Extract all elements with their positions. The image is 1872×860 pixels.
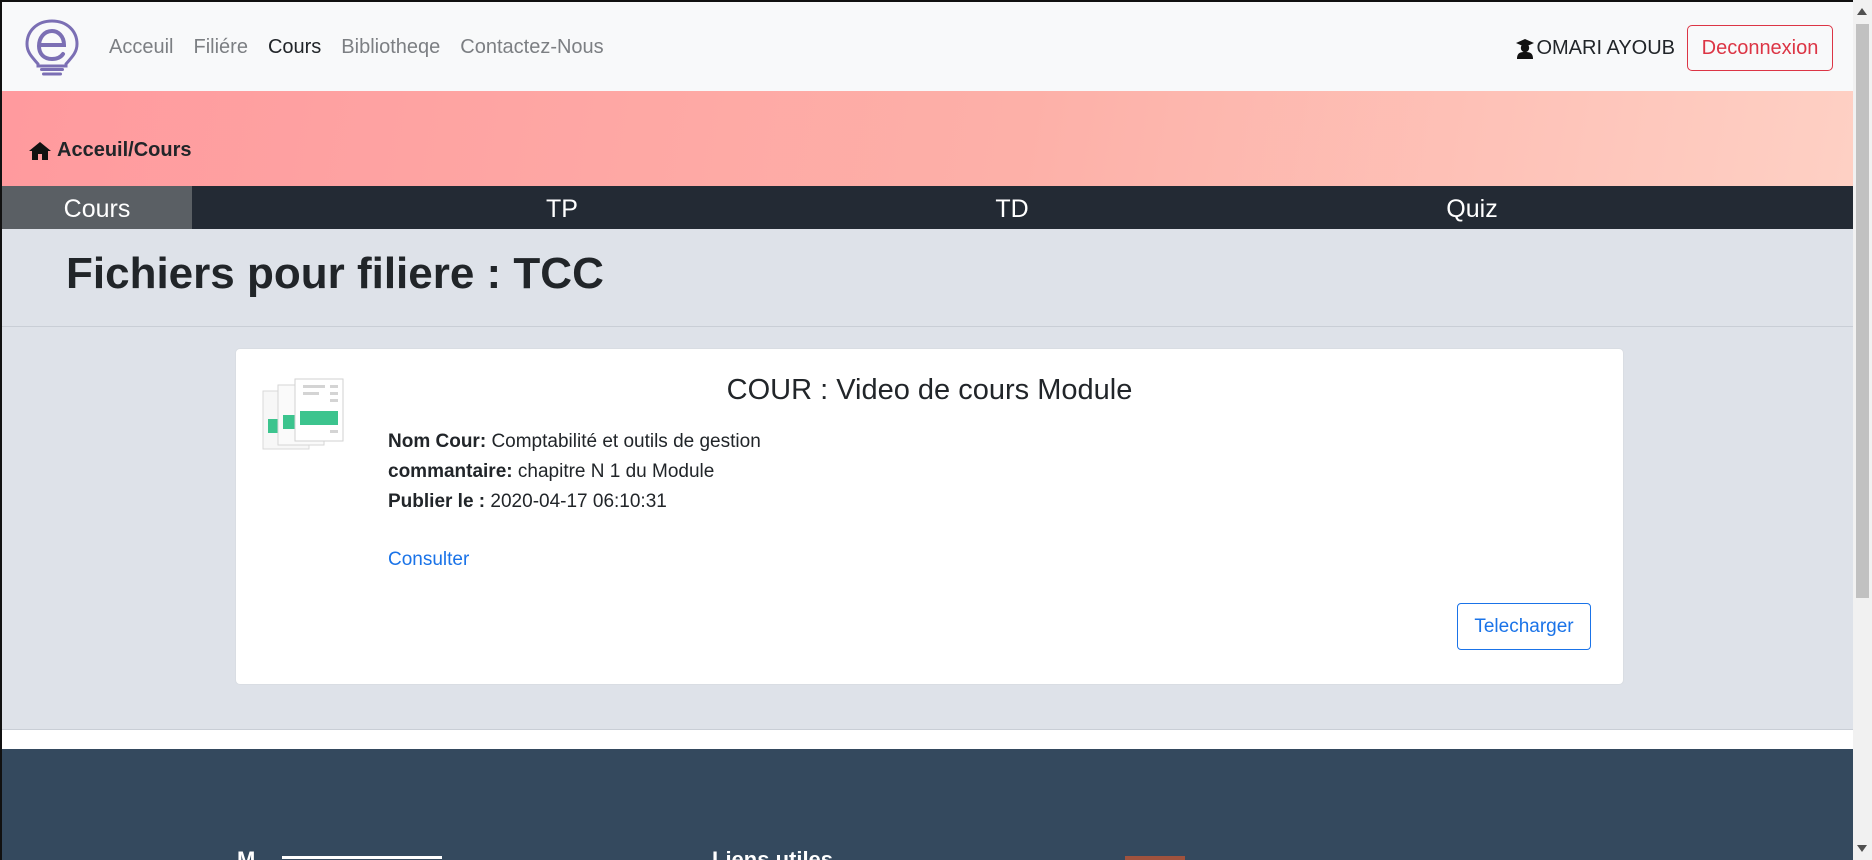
commentaire-row: commantaire: chapitre N 1 du Module: [388, 461, 714, 483]
scroll-down-icon[interactable]: [1857, 845, 1867, 852]
file-card: COUR : Video de cours Module Nom Cour: C…: [235, 348, 1624, 685]
publie-row: Publier le : 2020-04-17 06:10:31: [388, 491, 667, 513]
user-graduate-icon: [1516, 38, 1535, 59]
scroll-thumb[interactable]: [1856, 24, 1869, 598]
footer-heading-links: Liens utiles: [712, 847, 834, 860]
scroll-up-icon[interactable]: [1857, 8, 1867, 15]
footer-accent: [1125, 856, 1185, 860]
logout-button[interactable]: Deconnexion: [1687, 25, 1833, 71]
footer-heading: M: [237, 847, 256, 860]
tab-quiz[interactable]: Quiz: [1412, 186, 1532, 229]
user-name: OMARI AYOUB: [1536, 37, 1675, 59]
divider: [2, 729, 1853, 730]
publie-value: 2020-04-17 06:10:31: [490, 491, 667, 512]
home-icon: [29, 141, 51, 160]
tab-cours[interactable]: Cours: [2, 186, 192, 229]
nom-cour-label: Nom Cour:: [388, 431, 487, 452]
breadcrumb[interactable]: Acceuil/Cours: [29, 139, 191, 162]
commentaire-label: commantaire:: [388, 461, 513, 482]
nav-link-contact[interactable]: Contactez-Nous: [460, 36, 603, 59]
page: Acceuil Filiére Cours Bibliotheqe Contac…: [0, 0, 1853, 860]
footer: M Liens utiles: [2, 749, 1853, 860]
page-banner: Acceuil/Cours: [2, 91, 1853, 186]
page-title: Fichiers pour filiere : TCC: [66, 249, 604, 298]
breadcrumb-text: Acceuil/Cours: [57, 139, 192, 161]
main-nav: Acceuil Filiére Cours Bibliotheqe Contac…: [109, 36, 604, 59]
download-button[interactable]: Telecharger: [1457, 603, 1591, 650]
tab-td[interactable]: TD: [952, 186, 1072, 229]
navbar: Acceuil Filiére Cours Bibliotheqe Contac…: [2, 0, 1853, 91]
user-menu[interactable]: OMARI AYOUB: [1516, 37, 1675, 60]
nav-link-acceuil[interactable]: Acceuil: [109, 36, 173, 59]
nav-link-cours[interactable]: Cours: [268, 36, 321, 59]
publie-label: Publier le :: [388, 491, 486, 512]
card-title: COUR : Video de cours Module: [726, 374, 1133, 406]
nav-link-filiere[interactable]: Filiére: [193, 36, 247, 59]
category-tabs: Cours TP TD Quiz: [2, 186, 1853, 229]
commentaire-value: chapitre N 1 du Module: [517, 461, 715, 482]
divider: [2, 326, 1853, 327]
lightbulb-logo-icon[interactable]: [22, 18, 82, 78]
main-content: Fichiers pour filiere : TCC COUR : Video…: [2, 229, 1853, 730]
tab-tp[interactable]: TP: [502, 186, 622, 229]
nom-cour-value: Comptabilité et outils de gestion: [491, 431, 761, 452]
nav-link-bibliotheqe[interactable]: Bibliotheqe: [341, 36, 440, 59]
page-scrollbar[interactable]: [1853, 0, 1872, 860]
nom-cour-row: Nom Cour: Comptabilité et outils de gest…: [388, 431, 761, 453]
footer-underline: [282, 856, 442, 859]
consult-link[interactable]: Consulter: [388, 549, 469, 571]
